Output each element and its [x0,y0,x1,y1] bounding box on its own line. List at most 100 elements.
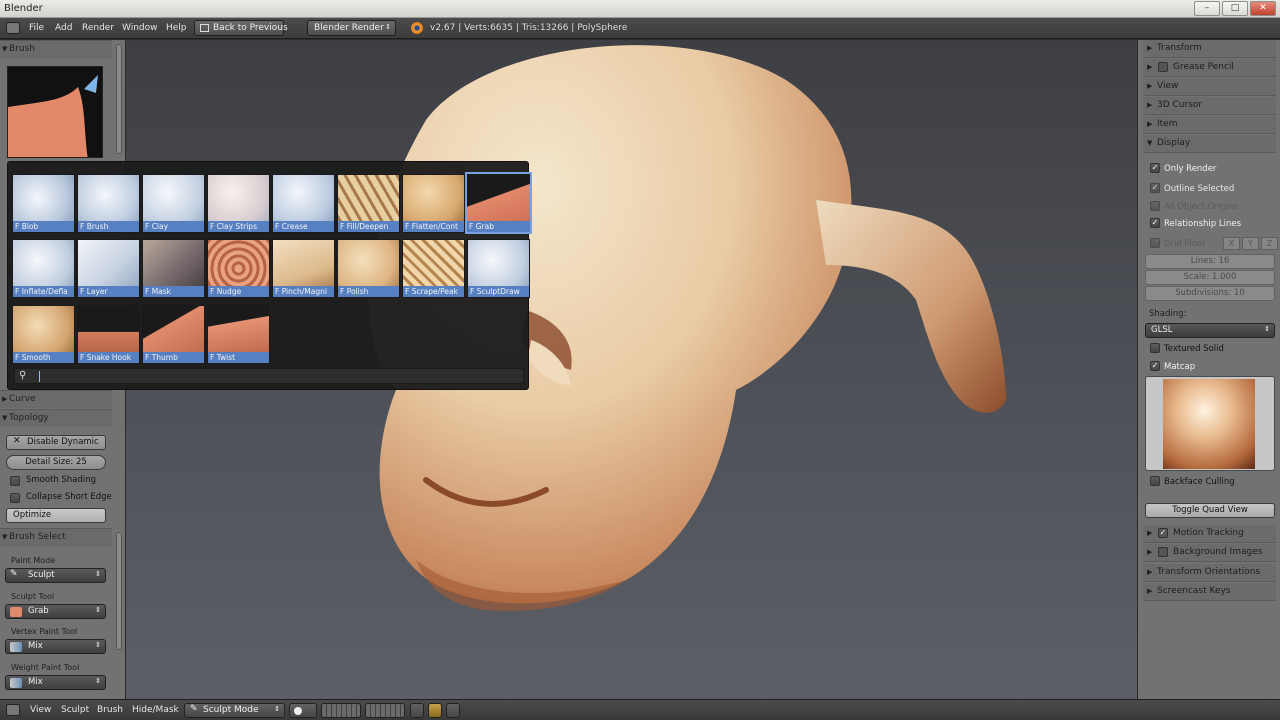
motion-tracking-panel-header[interactable]: ▶ ✓ Motion Tracking [1143,525,1276,543]
menu-add[interactable]: Add [55,23,72,33]
brush-mask[interactable]: F Mask [142,239,205,298]
mix-brush-swatch-icon [10,642,22,652]
brush-fill-deepen[interactable]: F Fill/Deepen [337,174,400,233]
matcap-checkbox[interactable]: ✓ [1150,361,1160,371]
brush-smooth[interactable]: F Smooth [12,305,75,364]
brush-panel-header[interactable]: ▼ Brush [0,40,112,58]
outline-selected-checkbox[interactable]: ✓ [1150,183,1160,193]
updown-arrows-icon: ⇕ [95,677,101,685]
menu-file[interactable]: File [29,23,44,33]
weight-paint-tool-select[interactable]: Mix ⇕ [5,675,106,690]
brush-clay-strips[interactable]: F Clay Strips [207,174,270,233]
render-engine-label: Blender Render [314,23,384,33]
layer-buttons-left[interactable] [321,703,361,718]
minimize-button[interactable]: – [1194,1,1220,16]
toggle-quad-view-button[interactable]: Toggle Quad View [1145,503,1275,518]
grease-pencil-checkbox[interactable] [1158,62,1168,72]
menu-view[interactable]: View [30,705,51,715]
optimize-label: Optimize [13,510,52,520]
grid-subdivisions-field[interactable]: Subdivisions: 10 [1145,286,1275,301]
grid-scale-field[interactable]: Scale: 1.000 [1145,270,1275,285]
brush-sculptdraw[interactable]: F SculptDraw [467,239,530,298]
editor-type-icon[interactable] [6,22,20,34]
grease-pencil-title: Grease Pencil [1173,62,1234,72]
brush-blob[interactable]: F Blob [12,174,75,233]
display-panel-header[interactable]: ▼ Display [1143,135,1276,153]
viewport-shading-select[interactable] [289,703,317,718]
disable-dynamic-button[interactable]: ✕ Disable Dynamic [6,435,106,450]
transform-orientations-panel-header[interactable]: ▶ Transform Orientations [1143,564,1276,582]
brush-snake-hook[interactable]: F Snake Hook [77,305,140,364]
vertex-paint-tool-select[interactable]: Mix ⇕ [5,639,106,654]
axis-x-toggle[interactable]: X [1223,237,1240,250]
updown-arrows-icon: ⇕ [95,606,101,614]
brush-nudge[interactable]: F Nudge [207,239,270,298]
collapse-short-edge-checkbox[interactable] [10,493,20,503]
background-images-checkbox[interactable] [1158,547,1168,557]
axis-y-toggle[interactable]: Y [1242,237,1259,250]
brush-layer[interactable]: F Layer [77,239,140,298]
screenshot-icon[interactable] [446,703,460,718]
brush-flatten-contrast[interactable]: F Flatten/Cont [402,174,465,233]
only-render-checkbox[interactable]: ✓ [1150,163,1160,173]
menu-brush[interactable]: Brush [97,705,123,715]
brush-label: F Grab [467,221,530,232]
detail-size-slider[interactable]: Detail Size: 25 [6,455,106,470]
brush-clay[interactable]: F Clay [142,174,205,233]
optimize-button[interactable]: Optimize [6,508,106,523]
curve-panel-header[interactable]: ▶ Curve [0,390,112,408]
menu-render[interactable]: Render [82,23,114,33]
back-to-previous-label: Back to Previous [213,23,288,33]
backface-culling-checkbox[interactable] [1150,476,1160,486]
brush-brush[interactable]: F Brush [77,174,140,233]
menu-window[interactable]: Window [122,23,158,33]
background-images-panel-header[interactable]: ▶ Background Images [1143,544,1276,562]
back-to-previous-button[interactable]: Back to Previous [194,20,288,36]
brush-polish[interactable]: F Polish [337,239,400,298]
mode-select[interactable]: ✎ Sculpt Mode ⇕ [184,703,285,718]
brush-grab[interactable]: F Grab [465,172,532,234]
lock-camera-icon[interactable] [410,703,424,718]
brush-pinch-magnify[interactable]: F Pinch/Magni [272,239,335,298]
close-button[interactable]: ✕ [1250,1,1276,16]
brush-crease[interactable]: F Crease [272,174,335,233]
menu-sculpt[interactable]: Sculpt [61,705,89,715]
3d-cursor-panel-header[interactable]: ▶ 3D Cursor [1143,97,1276,115]
grid-lines-field[interactable]: Lines: 16 [1145,254,1275,269]
brush-preview[interactable] [7,66,103,158]
brush-select-panel-header[interactable]: ▼ Brush Select [0,528,112,546]
grease-pencil-panel-header[interactable]: ▶ Grease Pencil [1143,59,1276,77]
toolshelf-scrollbar[interactable] [116,44,122,154]
all-object-origins-checkbox[interactable] [1150,201,1160,211]
topology-panel-header[interactable]: ▼ Topology [0,409,112,427]
axis-z-toggle[interactable]: Z [1261,237,1278,250]
grid-floor-checkbox[interactable] [1150,238,1160,248]
relationship-lines-checkbox[interactable]: ✓ [1150,218,1160,228]
brush-inflate-deflate[interactable]: F Inflate/Defla [12,239,75,298]
matcap-preview[interactable] [1145,376,1275,471]
relationship-lines-label: Relationship Lines [1164,219,1242,229]
render-engine-select[interactable]: Blender Render ⇕ [307,20,396,36]
shading-select[interactable]: GLSL ⇕ [1145,323,1275,338]
brush-scrape-peaks[interactable]: F Scrape/Peak [402,239,465,298]
smooth-shading-checkbox[interactable] [10,476,20,486]
item-panel-header[interactable]: ▶ Item [1143,116,1276,134]
sculpt-tool-select[interactable]: Grab ⇕ [5,604,106,619]
collapse-triangle-icon: ▼ [2,533,8,541]
view-panel-header[interactable]: ▶ View [1143,78,1276,96]
brush-search-field[interactable]: ⚲ [14,368,524,384]
menu-help[interactable]: Help [166,23,187,33]
maximize-button[interactable]: □ [1222,1,1248,16]
brush-twist[interactable]: F Twist [207,305,270,364]
paint-mode-select[interactable]: ✎ Sculpt ⇕ [5,568,106,583]
motion-tracking-checkbox[interactable]: ✓ [1158,528,1168,538]
layer-buttons-right[interactable] [365,703,405,718]
textured-solid-checkbox[interactable] [1150,343,1160,353]
transform-panel-header[interactable]: ▶ Transform [1143,40,1276,58]
toolshelf-scrollbar-lower[interactable] [116,532,122,650]
screencast-keys-panel-header[interactable]: ▶ Screencast Keys [1143,583,1276,601]
render-preview-icon[interactable] [428,703,442,718]
menu-hide-mask[interactable]: Hide/Mask [132,705,179,715]
brush-thumb[interactable]: F Thumb [142,305,205,364]
editor-type-icon[interactable] [6,704,20,716]
